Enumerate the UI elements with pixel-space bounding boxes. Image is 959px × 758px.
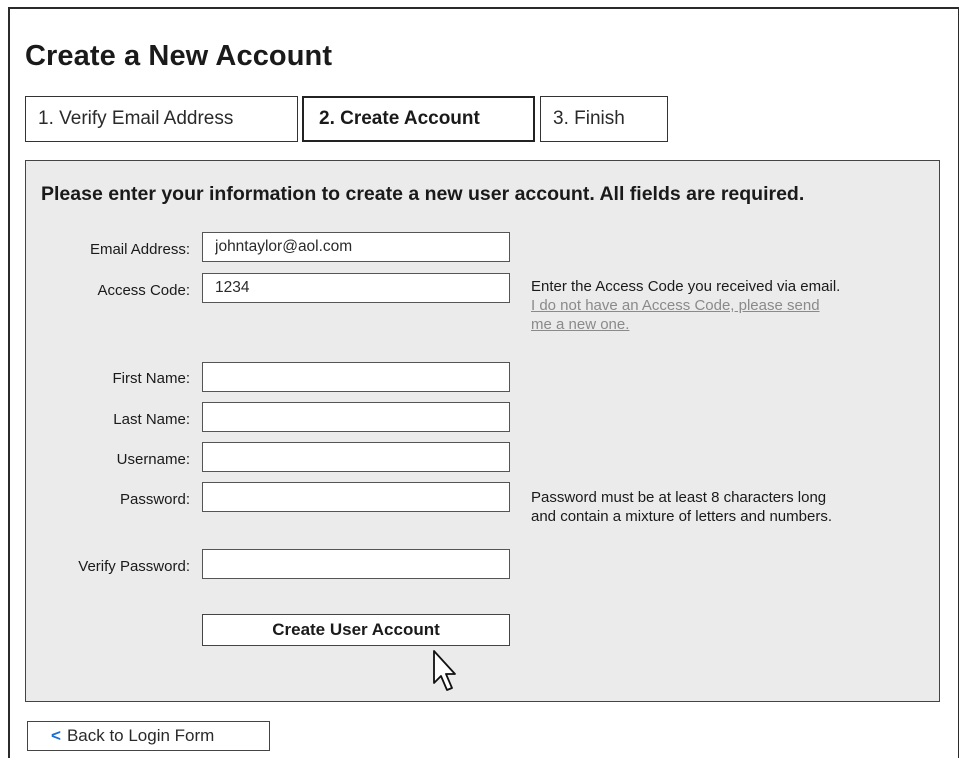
request-access-code-link-line1[interactable]: I do not have an Access Code, please sen… [531, 296, 840, 315]
password-help-line1: Password must be at least 8 characters l… [531, 489, 827, 506]
last-name-field[interactable] [202, 402, 510, 432]
mouse-pointer-icon [433, 650, 456, 691]
password-help: Password must be at least 8 characters l… [531, 488, 832, 526]
page-title: Create a New Account [25, 40, 333, 72]
password-help-line2: and contain a mixture of letters and num… [531, 508, 832, 525]
last-name-label: Last Name: [113, 411, 190, 428]
step-tab-finish[interactable]: 3. Finish [540, 96, 668, 142]
step-tab-verify-email[interactable]: 1. Verify Email Address [25, 96, 298, 142]
email-label: Email Address: [89, 241, 190, 258]
first-name-label: First Name: [112, 370, 190, 387]
access-code-field[interactable] [202, 273, 510, 303]
username-label: Username: [116, 451, 190, 468]
create-user-account-button[interactable]: Create User Account [202, 614, 510, 646]
password-field[interactable] [202, 482, 510, 512]
verify-password-field[interactable] [202, 549, 510, 579]
password-label: Password: [119, 491, 190, 508]
step-tab-create-account[interactable]: 2. Create Account [302, 96, 535, 142]
email-field[interactable] [202, 232, 510, 262]
create-account-form: Please enter your information to create … [25, 160, 940, 702]
chevron-left-icon: < [51, 726, 61, 745]
request-access-code-link-line2[interactable]: me a new one. [531, 315, 840, 334]
username-field[interactable] [202, 442, 510, 472]
access-code-help: Enter the Access Code you received via e… [531, 277, 840, 334]
verify-password-label: Verify Password: [78, 558, 190, 575]
access-code-help-text: Enter the Access Code you received via e… [531, 278, 841, 295]
back-to-login-label: Back to Login Form [66, 726, 215, 745]
access-code-label: Access Code: [97, 282, 190, 299]
back-to-login-button[interactable]: < Back to Login Form [27, 721, 270, 751]
form-instructions: Please enter your information to create … [41, 183, 805, 205]
first-name-field[interactable] [202, 362, 510, 392]
